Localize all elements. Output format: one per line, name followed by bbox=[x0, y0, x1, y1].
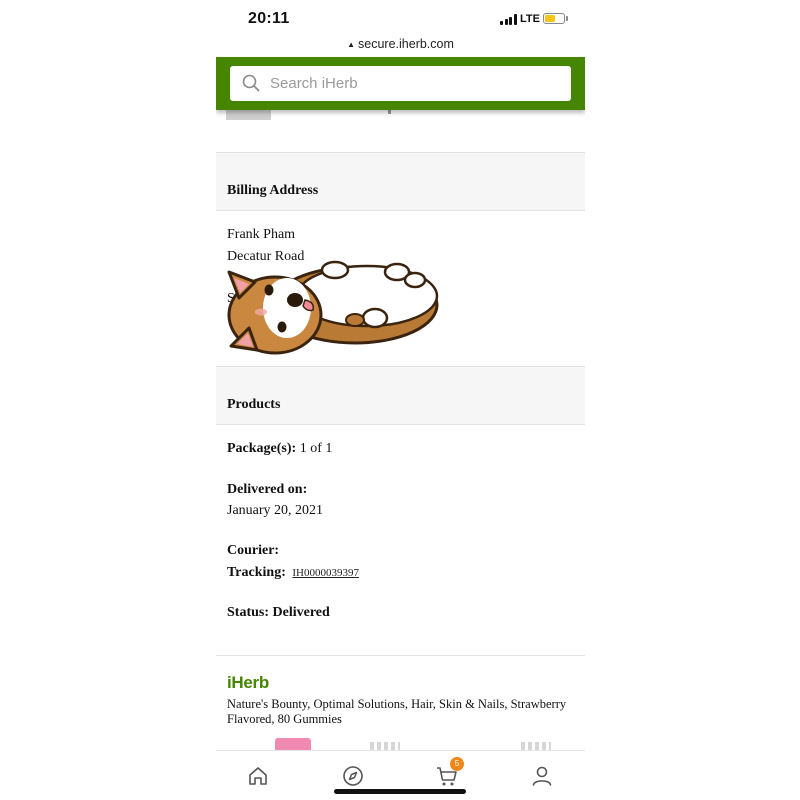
product-qty-partial bbox=[370, 742, 400, 750]
order-content: Billing Address Frank Pham Decatur Road … bbox=[216, 110, 585, 750]
signal-icon bbox=[500, 14, 517, 25]
url-text: secure.iherb.com bbox=[358, 37, 454, 51]
status-time: 20:11 bbox=[248, 10, 290, 27]
home-icon bbox=[249, 767, 267, 785]
tab-account[interactable] bbox=[529, 763, 555, 789]
url-bar[interactable]: ▲ secure.iherb.com bbox=[216, 37, 585, 51]
packages-value: 1 of 1 bbox=[299, 441, 333, 456]
cart-count-badge: 5 bbox=[450, 757, 464, 771]
tracking-row: Tracking: IH0000039397 bbox=[227, 565, 359, 581]
corgi-sticker bbox=[227, 260, 439, 355]
search-input[interactable] bbox=[270, 66, 560, 101]
packages-row: Package(s): 1 of 1 bbox=[227, 441, 332, 457]
battery-tip bbox=[566, 16, 568, 21]
search-box[interactable] bbox=[230, 66, 571, 101]
site-header bbox=[216, 57, 585, 110]
packages-label: Package(s): bbox=[227, 441, 297, 456]
billing-heading: Billing Address bbox=[227, 183, 319, 198]
billing-section-header: Billing Address bbox=[216, 152, 585, 211]
tab-explore[interactable] bbox=[340, 763, 366, 789]
brand-logo: iHerb bbox=[227, 673, 269, 692]
compass-icon bbox=[343, 766, 363, 786]
phone-screen: 20:11 LTE ▲secure.iherb.com Billin bbox=[216, 0, 585, 800]
status-bar: 20:11 LTE bbox=[216, 0, 585, 38]
network-label: LTE bbox=[520, 13, 540, 25]
home-indicator bbox=[334, 789, 466, 794]
products-section-header: Products bbox=[216, 366, 585, 425]
lock-icon: ▲ bbox=[347, 40, 356, 49]
delivered-date: January 20, 2021 bbox=[227, 503, 324, 518]
search-icon bbox=[242, 74, 260, 92]
product-thumbnail[interactable] bbox=[275, 738, 311, 750]
tab-home[interactable] bbox=[245, 763, 271, 789]
clipped-text bbox=[388, 110, 391, 114]
battery-icon bbox=[543, 13, 565, 24]
products-heading: Products bbox=[227, 397, 281, 412]
product-name[interactable]: Nature's Bounty, Optimal Solutions, Hair… bbox=[227, 697, 577, 727]
clipped-label bbox=[226, 110, 271, 120]
courier-label: Courier: bbox=[227, 543, 280, 558]
product-price-partial bbox=[521, 742, 551, 750]
tracking-label: Tracking: bbox=[227, 565, 286, 580]
tab-cart[interactable]: 5 bbox=[434, 757, 464, 789]
delivery-status: Status: Delivered bbox=[227, 605, 330, 620]
bottom-tab-bar: 5 bbox=[216, 750, 585, 800]
delivered-label: Delivered on: bbox=[227, 482, 308, 497]
section-divider bbox=[216, 655, 585, 656]
tracking-link[interactable]: IH0000039397 bbox=[292, 567, 359, 579]
user-icon bbox=[532, 766, 552, 786]
battery-level bbox=[545, 15, 556, 22]
billing-name: Frank Pham bbox=[227, 227, 296, 242]
